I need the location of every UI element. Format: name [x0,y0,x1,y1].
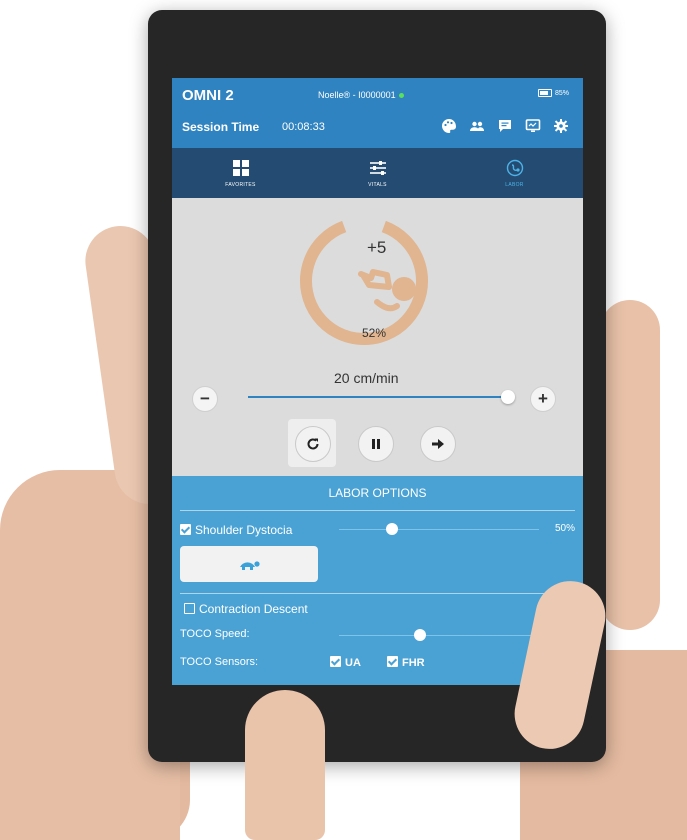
reset-button[interactable] [295,426,331,462]
ua-sensor-option[interactable]: UA [330,656,361,669]
contraction-descent-label: Contraction Descent [199,602,308,616]
tab-labor[interactable]: LABOR [446,148,583,198]
increase-speed-button[interactable]: + [530,386,556,412]
divider [180,510,575,511]
toco-speed-label: TOCO Speed: [180,628,250,640]
toco-sensors-label: TOCO Sensors: [180,656,259,668]
shoulder-dystocia-slider-track[interactable] [339,529,539,530]
header-toolbar [441,118,569,134]
monitor-icon[interactable] [525,118,541,134]
session-time-value: 00:08:33 [282,121,325,133]
minus-icon: − [200,389,210,408]
shoulder-dystocia-label: Shoulder Dystocia [195,523,293,537]
tab-favorites[interactable]: FAVORITES [172,148,309,198]
pause-icon [372,439,380,449]
gear-icon[interactable] [553,118,569,134]
contraction-descent-checkbox[interactable] [184,603,195,614]
tab-favorites-label: FAVORITES [225,181,256,188]
bottom-thumb [245,690,325,840]
turtle-icon [240,561,260,570]
refresh-icon [307,438,319,450]
session-time-label: Session Time [182,120,260,134]
speed-slider-track[interactable] [248,396,508,398]
main-nav: FAVORITES VITALS LABOR [172,148,583,198]
shoulder-dystocia-option[interactable]: Shoulder Dystocia [180,523,292,537]
battery-level: 85% [554,89,569,97]
app-header: OMNI 2 Noelle® - I0000001 85% Session Ti… [172,78,583,148]
next-step-button[interactable] [420,426,456,462]
tab-labor-label: LABOR [505,181,524,188]
app-screen: OMNI 2 Noelle® - I0000001 85% Session Ti… [172,78,583,685]
labor-options-title: LABOR OPTIONS [328,486,427,500]
toco-speed-slider-knob[interactable] [414,629,426,641]
descent-speed: 20 cm/min [334,370,399,386]
plus-icon: + [538,389,548,408]
labor-options-panel: LABOR OPTIONS Shoulder Dystocia 50% Cont… [172,476,583,685]
patient-id: Noelle® - I0000001 [318,90,404,100]
grid-icon [232,159,249,176]
tab-vitals-label: VITALS [368,181,387,188]
arrow-right-icon [432,439,444,449]
people-icon[interactable] [469,118,485,134]
shoulder-dystocia-slider-knob[interactable] [386,523,398,535]
tab-vitals[interactable]: VITALS [309,148,446,198]
battery-status: 85% [537,89,569,97]
palette-icon[interactable] [441,118,457,134]
fhr-sensor-option[interactable]: FHR [387,656,425,669]
slow-mode-button[interactable] [180,546,318,582]
speed-slider-knob[interactable] [501,390,515,404]
contraction-descent-option[interactable]: Contraction Descent [184,602,308,616]
battery-icon [537,89,552,97]
baby-icon [358,269,416,312]
decrease-speed-button[interactable]: − [192,386,218,412]
labor-icon [506,159,523,176]
app-title: OMNI 2 [182,87,234,104]
fhr-label: FHR [402,657,425,669]
ua-label: UA [345,657,361,669]
online-status-icon [398,93,404,99]
progress-percent: 52% [362,326,387,340]
shoulder-dystocia-checkbox[interactable] [180,524,191,535]
patient-label: Noelle® - I0000001 [318,90,396,100]
divider [180,593,575,594]
fetal-station: +5 [367,238,387,257]
pause-button[interactable] [358,426,394,462]
right-hand-fingers [600,300,660,630]
shoulder-dystocia-value: 50% [554,523,575,534]
ua-checkbox[interactable] [330,656,341,667]
sliders-icon [369,160,386,175]
toco-speed-slider-track[interactable] [339,635,549,636]
fhr-checkbox[interactable] [387,656,398,667]
chat-icon[interactable] [497,118,513,134]
